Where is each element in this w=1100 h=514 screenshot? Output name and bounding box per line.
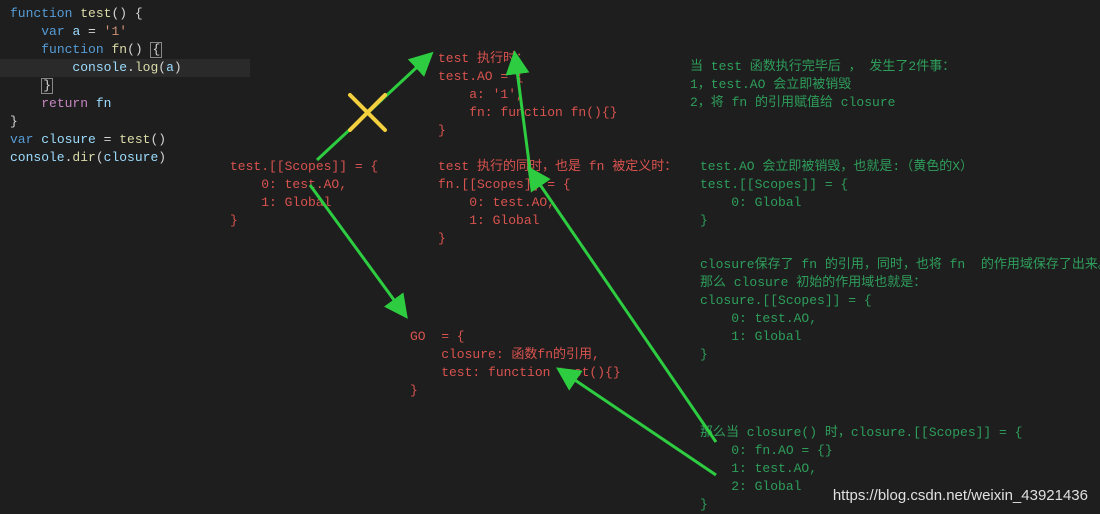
brace-open-box: { <box>150 42 162 58</box>
brace-close-box: } <box>41 78 53 94</box>
green-note-3: closure保存了 fn 的引用，同时，也将 fn 的作用域保存了出来。 那么… <box>700 238 1100 364</box>
green-note-1: 当 test 函数执行完毕后 ， 发生了2件事： 1，test.AO 会立即被销… <box>690 40 955 112</box>
red-go: GO = { closure: 函数fn的引用, test: function … <box>410 310 621 400</box>
red-test-ao: test 执行时： test.AO = { a: '1', fn: functi… <box>438 32 617 140</box>
green-note-2: test.AO 会立即被销毁，也就是:（黄色的X） test.[[Scopes]… <box>700 140 973 230</box>
watermark: https://blog.csdn.net/weixin_43921436 <box>833 487 1088 504</box>
code-editor: function test() { var a = '1' function f… <box>10 5 250 167</box>
red-fn-scopes: test 执行的同时，也是 fn 被定义时： fn.[[Scopes]] = {… <box>438 140 677 248</box>
red-scopes-test: test.[[Scopes]] = { 0: test.AO, 1: Globa… <box>230 140 378 230</box>
